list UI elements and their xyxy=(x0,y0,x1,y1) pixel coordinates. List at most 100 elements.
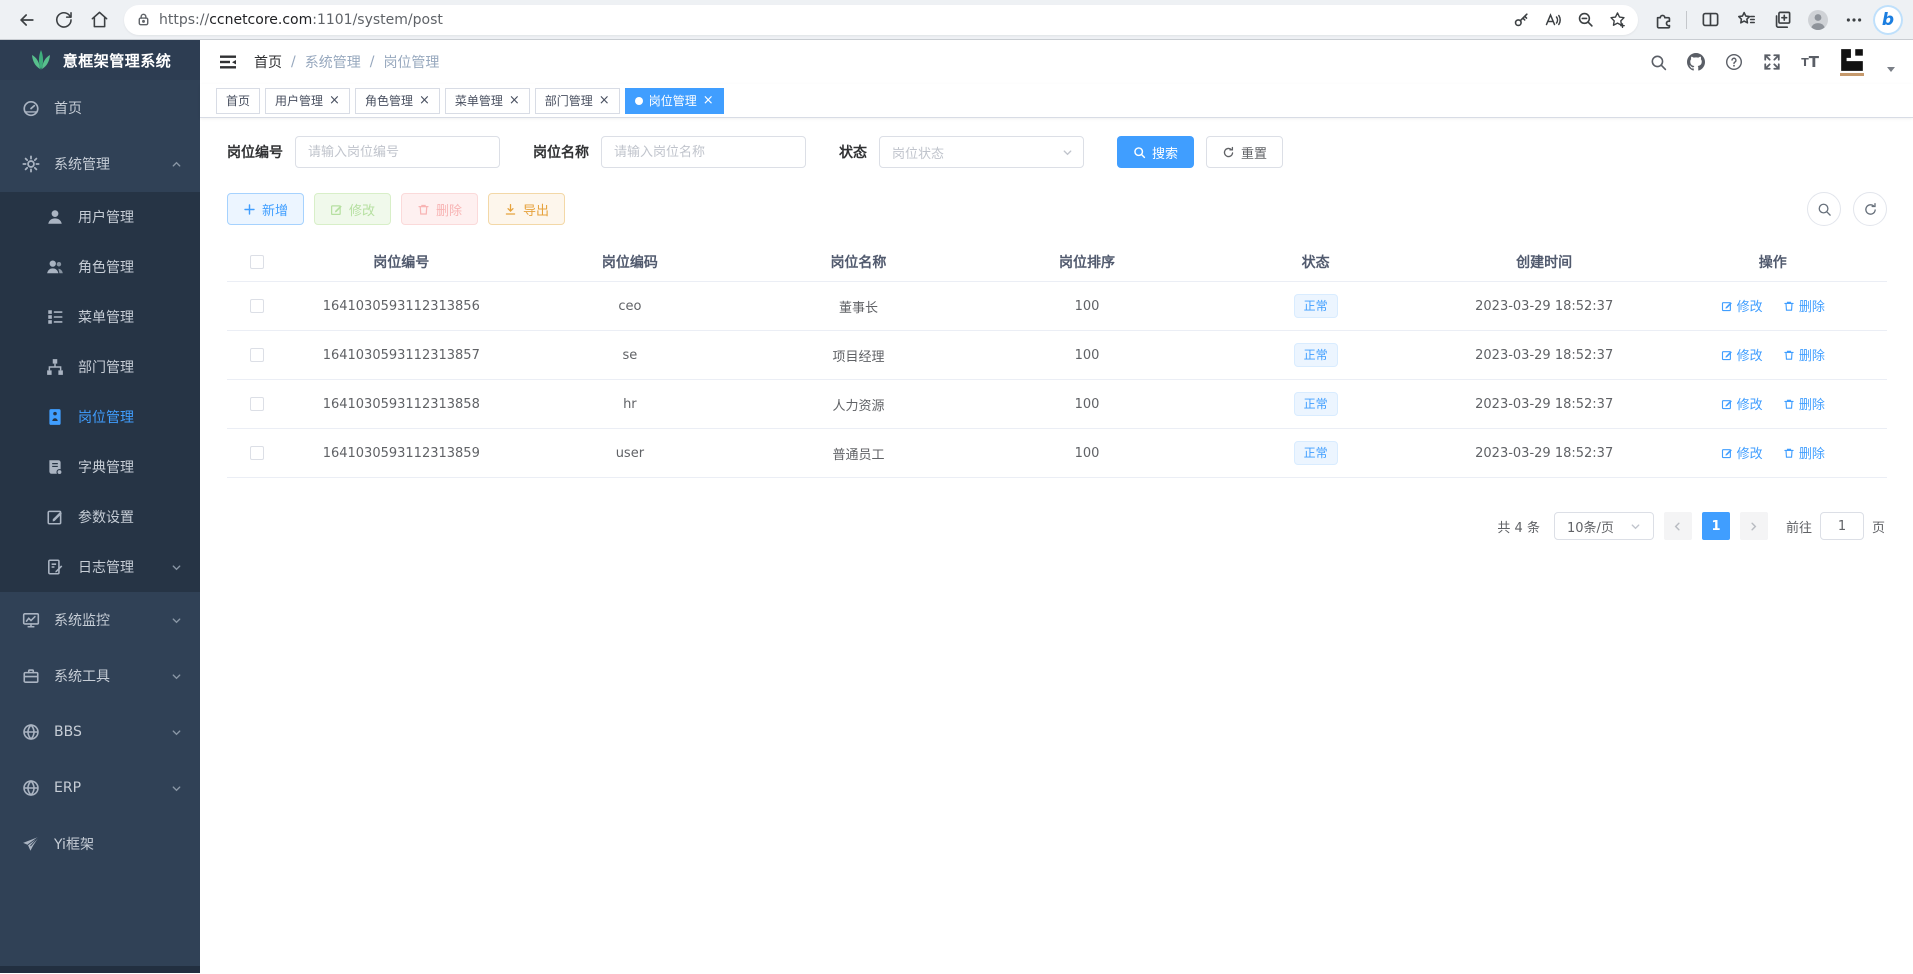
close-icon[interactable]: × xyxy=(419,94,430,107)
zoom-out-icon[interactable] xyxy=(1570,6,1600,34)
sidebar-item-dept-mgmt[interactable]: 部门管理 xyxy=(0,342,200,392)
close-icon[interactable]: × xyxy=(599,94,610,107)
tag-dept-mgmt[interactable]: 部门管理× xyxy=(535,88,620,114)
goto-page-input[interactable] xyxy=(1820,512,1864,540)
github-link[interactable] xyxy=(1687,53,1705,71)
avatar-caret-icon[interactable] xyxy=(1887,67,1895,72)
cell-post-sort: 100 xyxy=(973,397,1202,412)
split-screen-button[interactable] xyxy=(1693,4,1727,36)
cell-post-sort: 100 xyxy=(973,446,1202,461)
prev-page-button[interactable] xyxy=(1664,512,1692,540)
tag-home[interactable]: 首页 xyxy=(216,88,260,114)
tag-post-mgmt[interactable]: 岗位管理× xyxy=(625,88,724,114)
sidebar-item-system[interactable]: 系统管理 xyxy=(0,136,200,192)
search-button-label: 搜索 xyxy=(1152,143,1178,162)
row-checkbox[interactable] xyxy=(250,397,264,411)
help-button[interactable] xyxy=(1725,53,1743,71)
status-select[interactable]: 岗位状态 xyxy=(879,136,1084,168)
sidebar-item-monitor[interactable]: 系统监控 xyxy=(0,592,200,648)
sidebar-item-param-settings[interactable]: 参数设置 xyxy=(0,492,200,542)
page-number-1[interactable]: 1 xyxy=(1702,512,1730,540)
add-button[interactable]: 新增 xyxy=(227,193,304,225)
sidebar-item-home[interactable]: 首页 xyxy=(0,80,200,136)
lock-icon xyxy=(136,12,151,27)
sidebar-item-erp[interactable]: ERP xyxy=(0,760,200,816)
cell-post-sort: 100 xyxy=(973,299,1202,314)
row-delete-link[interactable]: 删除 xyxy=(1783,345,1825,364)
header-search-button[interactable] xyxy=(1650,54,1667,71)
bing-chat-button[interactable]: b xyxy=(1873,5,1903,35)
row-delete-link[interactable]: 删除 xyxy=(1783,296,1825,315)
post-code-input[interactable] xyxy=(295,136,500,168)
export-button-label: 导出 xyxy=(523,200,549,219)
close-icon[interactable]: × xyxy=(509,94,520,107)
row-edit-link[interactable]: 修改 xyxy=(1721,394,1763,413)
home-button[interactable] xyxy=(82,4,116,36)
user-avatar[interactable] xyxy=(1839,48,1865,76)
read-aloud-icon[interactable] xyxy=(1538,6,1568,34)
row-edit-link[interactable]: 修改 xyxy=(1721,345,1763,364)
breadcrumb-system[interactable]: 系统管理 xyxy=(305,52,361,72)
refresh-table-button[interactable] xyxy=(1853,192,1887,226)
chevron-down-icon xyxy=(1630,521,1641,532)
refresh-icon xyxy=(1863,202,1878,217)
show-search-toggle-button[interactable] xyxy=(1807,192,1841,226)
fullscreen-button[interactable] xyxy=(1763,53,1781,71)
sidebar-item-dict-mgmt[interactable]: 字典管理 xyxy=(0,442,200,492)
sidebar-item-bbs[interactable]: BBS xyxy=(0,704,200,760)
row-delete-link[interactable]: 删除 xyxy=(1783,394,1825,413)
page-body: 岗位编号 岗位名称 状态 岗位状态 搜索 xyxy=(200,118,1913,973)
more-menu-button[interactable] xyxy=(1837,4,1871,36)
row-delete-link[interactable]: 删除 xyxy=(1783,443,1825,462)
search-button[interactable]: 搜索 xyxy=(1117,136,1194,168)
sidebar-item-role-mgmt[interactable]: 角色管理 xyxy=(0,242,200,292)
tag-role-mgmt[interactable]: 角色管理× xyxy=(355,88,440,114)
post-name-input[interactable] xyxy=(601,136,806,168)
back-button[interactable] xyxy=(10,4,44,36)
cell-post-id: 1641030593112313857 xyxy=(287,348,516,363)
breadcrumb-home[interactable]: 首页 xyxy=(254,52,282,72)
select-all-checkbox[interactable] xyxy=(250,255,264,269)
row-edit-link[interactable]: 修改 xyxy=(1721,296,1763,315)
refresh-button[interactable] xyxy=(46,4,80,36)
delete-button[interactable]: 删除 xyxy=(401,193,478,225)
row-checkbox[interactable] xyxy=(250,446,264,460)
password-key-icon[interactable] xyxy=(1506,6,1536,34)
collapse-sidebar-button[interactable] xyxy=(218,52,238,72)
font-size-button[interactable]: TT xyxy=(1801,53,1819,71)
sidebar-item-user-mgmt[interactable]: 用户管理 xyxy=(0,192,200,242)
sidebar-item-yi-framework[interactable]: Yi框架 xyxy=(0,816,200,872)
address-bar[interactable]: https://ccnetcore.com:1101/system/post xyxy=(124,5,1638,35)
menu-tree-icon xyxy=(46,308,64,326)
tags-view: 首页 用户管理 × 角色管理× 菜单管理× 部门管理× 岗位管理× xyxy=(200,84,1913,118)
sidebar-item-tools[interactable]: 系统工具 xyxy=(0,648,200,704)
row-checkbox[interactable] xyxy=(250,299,264,313)
toolbox-icon xyxy=(22,667,40,685)
close-icon[interactable]: × xyxy=(703,94,714,107)
close-icon[interactable]: × xyxy=(329,94,340,107)
tag-label: 用户管理 xyxy=(275,92,323,109)
sidebar-item-post-mgmt[interactable]: 岗位管理 xyxy=(0,392,200,442)
favorites-bar-button[interactable] xyxy=(1729,4,1763,36)
split-screen-icon xyxy=(1701,10,1720,29)
sidebar-item-menu-mgmt[interactable]: 菜单管理 xyxy=(0,292,200,342)
filter-form: 岗位编号 岗位名称 状态 岗位状态 搜索 xyxy=(227,136,1887,168)
row-edit-link[interactable]: 修改 xyxy=(1721,443,1763,462)
sidebar-item-log-mgmt[interactable]: 日志管理 xyxy=(0,542,200,592)
add-favorite-icon[interactable] xyxy=(1602,6,1632,34)
cell-post-code: ceo xyxy=(516,299,745,314)
tag-user-mgmt[interactable]: 用户管理 × xyxy=(265,88,350,114)
edit-icon xyxy=(1721,447,1733,459)
extensions-button[interactable] xyxy=(1646,4,1680,36)
page-size-select[interactable]: 10条/页 xyxy=(1554,512,1654,540)
row-checkbox[interactable] xyxy=(250,348,264,362)
reset-button[interactable]: 重置 xyxy=(1206,136,1283,168)
profile-button[interactable] xyxy=(1801,4,1835,36)
edit-button[interactable]: 修改 xyxy=(314,193,391,225)
active-dot xyxy=(635,97,643,105)
tag-menu-mgmt[interactable]: 菜单管理× xyxy=(445,88,530,114)
chevron-up-icon xyxy=(171,159,182,170)
export-button[interactable]: 导出 xyxy=(488,193,565,225)
collections-button[interactable] xyxy=(1765,4,1799,36)
next-page-button[interactable] xyxy=(1740,512,1768,540)
